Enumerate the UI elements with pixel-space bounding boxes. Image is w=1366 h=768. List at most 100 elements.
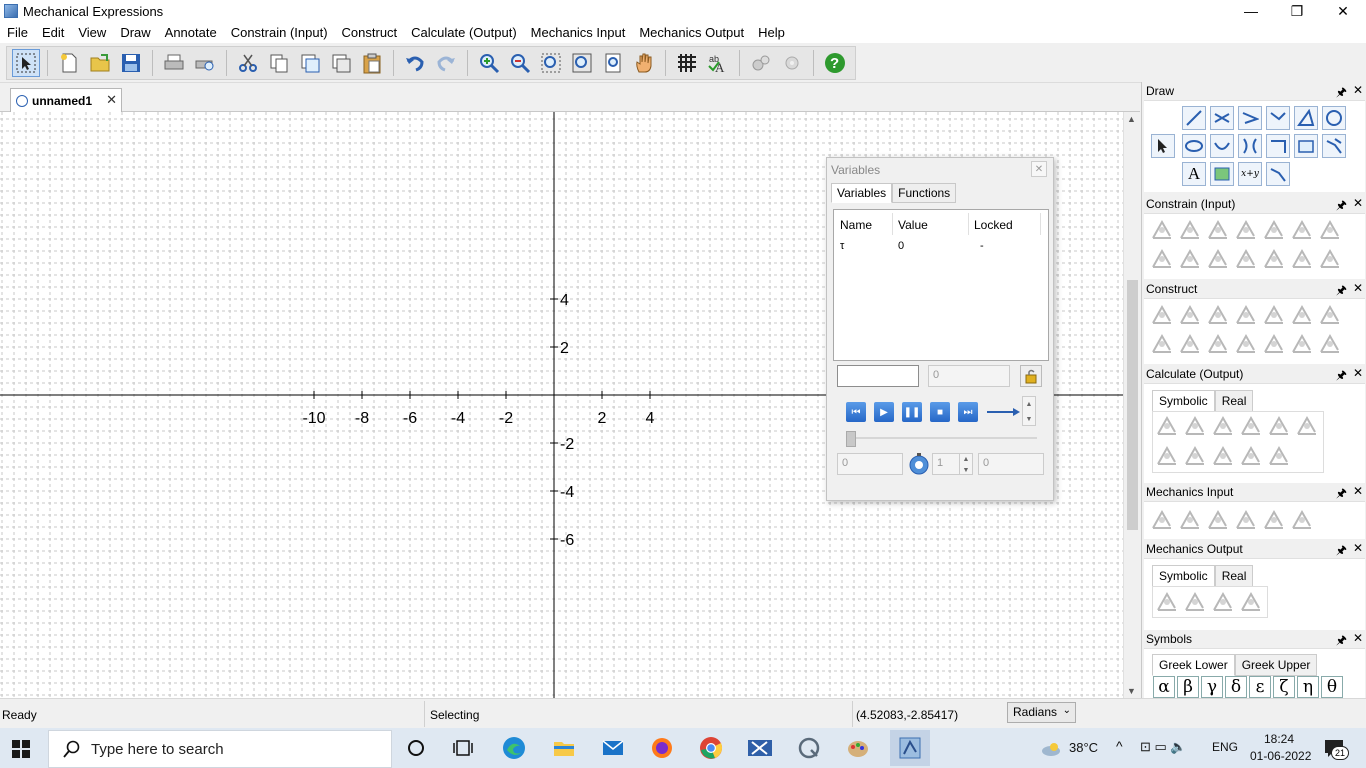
paste-button[interactable]: [358, 49, 386, 77]
calculate-tool-icon[interactable]: [1267, 444, 1291, 468]
mechanics-output-tool-icon[interactable]: [1155, 590, 1179, 614]
constrain-tool-icon[interactable]: [1262, 247, 1286, 271]
zoom-in-button[interactable]: [475, 49, 503, 77]
variables-close-icon[interactable]: ✕: [1031, 161, 1047, 177]
calculate-tool-icon[interactable]: [1183, 414, 1207, 438]
scroll-down-icon[interactable]: ▼: [1127, 686, 1136, 696]
help-button[interactable]: ?: [821, 49, 849, 77]
mechanics-input-tool-icon[interactable]: [1290, 508, 1314, 532]
construct-tool-icon[interactable]: [1234, 332, 1258, 356]
draw-text-button[interactable]: A: [1182, 162, 1206, 186]
construct-tool-icon[interactable]: [1150, 303, 1174, 327]
column-header-value[interactable]: Value: [898, 218, 928, 232]
construct-tool-icon[interactable]: [1206, 303, 1230, 327]
pause-button[interactable]: ❚❚: [902, 402, 922, 422]
symbol-epsilon[interactable]: ε: [1249, 676, 1271, 698]
step-input[interactable]: 1: [932, 453, 960, 475]
draw-select-button[interactable]: [1151, 134, 1175, 158]
input-language[interactable]: ENG: [1212, 740, 1238, 754]
constrain-tool-icon[interactable]: [1206, 218, 1230, 242]
construct-tool-icon[interactable]: [1262, 303, 1286, 327]
open-button[interactable]: [86, 49, 114, 77]
draw-function-button[interactable]: [1266, 162, 1290, 186]
calculate-tool-icon[interactable]: [1239, 444, 1263, 468]
tab-mech-symbolic[interactable]: Symbolic: [1152, 565, 1215, 587]
taskbar-mechanical-expressions[interactable]: [890, 730, 930, 766]
animation-slider-track[interactable]: [847, 437, 1037, 439]
taskbar-paint[interactable]: [843, 733, 873, 763]
constrain-tool-icon[interactable]: [1150, 218, 1174, 242]
direction-spinner[interactable]: ▲ ▼: [1022, 396, 1036, 426]
mechanics-input-tool-icon[interactable]: [1206, 508, 1230, 532]
column-header-locked[interactable]: Locked: [974, 218, 1013, 232]
symbol-theta[interactable]: θ: [1321, 676, 1343, 698]
maximize-button[interactable]: ❐: [1274, 0, 1320, 22]
constrain-tool-icon[interactable]: [1150, 247, 1174, 271]
last-frame-button[interactable]: ⏭: [958, 402, 978, 422]
tray-system-icons[interactable]: ⊡ ▭ 🔈: [1140, 739, 1187, 755]
menu-mechanics-input[interactable]: Mechanics Input: [524, 22, 633, 43]
scroll-up-icon[interactable]: ▲: [1127, 114, 1136, 124]
weather-temperature[interactable]: 38°C: [1069, 740, 1098, 755]
draw-parabola-button[interactable]: [1266, 134, 1290, 158]
calculate-tool-icon[interactable]: [1183, 444, 1207, 468]
clock-time[interactable]: 18:24: [1264, 732, 1294, 746]
menu-help[interactable]: Help: [751, 22, 792, 43]
symbol-zeta[interactable]: ζ: [1273, 676, 1295, 698]
symbol-beta[interactable]: β: [1177, 676, 1199, 698]
constrain-tool-icon[interactable]: [1290, 247, 1314, 271]
notifications-button[interactable]: 21: [1323, 738, 1349, 760]
column-header-name[interactable]: Name: [840, 218, 872, 232]
draw-polyline-button[interactable]: [1238, 106, 1262, 130]
tab-calc-real[interactable]: Real: [1214, 390, 1254, 412]
copy-special-button[interactable]: [327, 49, 355, 77]
constrain-tool-icon[interactable]: [1290, 218, 1314, 242]
mechanics-input-tool-icon[interactable]: [1150, 508, 1174, 532]
construct-tool-icon[interactable]: [1318, 303, 1342, 327]
zoom-out-button[interactable]: [506, 49, 534, 77]
tab-mech-real[interactable]: Real: [1214, 565, 1254, 587]
constrain-tool-icon[interactable]: [1206, 247, 1230, 271]
construct-tool-icon[interactable]: [1262, 332, 1286, 356]
constrain-tool-icon[interactable]: [1318, 247, 1342, 271]
calculate-tool-icon[interactable]: [1155, 444, 1179, 468]
grid-button[interactable]: [673, 49, 701, 77]
menu-calculate[interactable]: Calculate (Output): [404, 22, 524, 43]
taskbar-snipping[interactable]: [745, 733, 775, 763]
new-button[interactable]: [55, 49, 83, 77]
show-hidden-icons[interactable]: ^: [1116, 738, 1123, 754]
select-tool-button[interactable]: [12, 49, 40, 77]
variable-locked-cell[interactable]: -: [980, 240, 984, 252]
save-button[interactable]: [117, 49, 145, 77]
draw-angle-button[interactable]: [1266, 106, 1290, 130]
menu-annotate[interactable]: Annotate: [158, 22, 224, 43]
calculate-tool-icon[interactable]: [1155, 414, 1179, 438]
animation-slider-thumb[interactable]: [846, 431, 856, 447]
variable-name-input[interactable]: [837, 365, 919, 387]
tab-greek-lower[interactable]: Greek Lower: [1152, 654, 1235, 676]
variable-value-input[interactable]: 0: [928, 365, 1010, 387]
calculate-tool-icon[interactable]: [1211, 444, 1235, 468]
construct-tool-icon[interactable]: [1178, 303, 1202, 327]
tab-close-icon[interactable]: ✕: [106, 92, 117, 108]
menu-file[interactable]: File: [0, 22, 35, 43]
menu-mechanics-output[interactable]: Mechanics Output: [632, 22, 751, 43]
cut-button[interactable]: [234, 49, 262, 77]
tab-calc-symbolic[interactable]: Symbolic: [1152, 390, 1215, 412]
options-button[interactable]: [778, 49, 806, 77]
tab-functions[interactable]: Functions: [892, 183, 957, 203]
construct-tool-icon[interactable]: [1318, 332, 1342, 356]
constrain-tool-icon[interactable]: [1178, 218, 1202, 242]
tab-unnamed1[interactable]: unnamed1 ✕: [10, 88, 122, 112]
construct-tool-icon[interactable]: [1178, 332, 1202, 356]
draw-hyperbola-button[interactable]: [1238, 134, 1262, 158]
tab-variables[interactable]: Variables: [831, 183, 893, 203]
draw-ray-button[interactable]: [1210, 106, 1234, 130]
first-frame-button[interactable]: ⏮: [846, 402, 866, 422]
draw-polygon-button[interactable]: [1294, 106, 1318, 130]
menu-construct[interactable]: Construct: [335, 22, 405, 43]
direction-arrow-icon[interactable]: [987, 406, 1021, 418]
mechanics-input-tool-icon[interactable]: [1262, 508, 1286, 532]
constrain-tool-icon[interactable]: [1178, 247, 1202, 271]
step-spinner[interactable]: ▲ ▼: [959, 453, 973, 475]
